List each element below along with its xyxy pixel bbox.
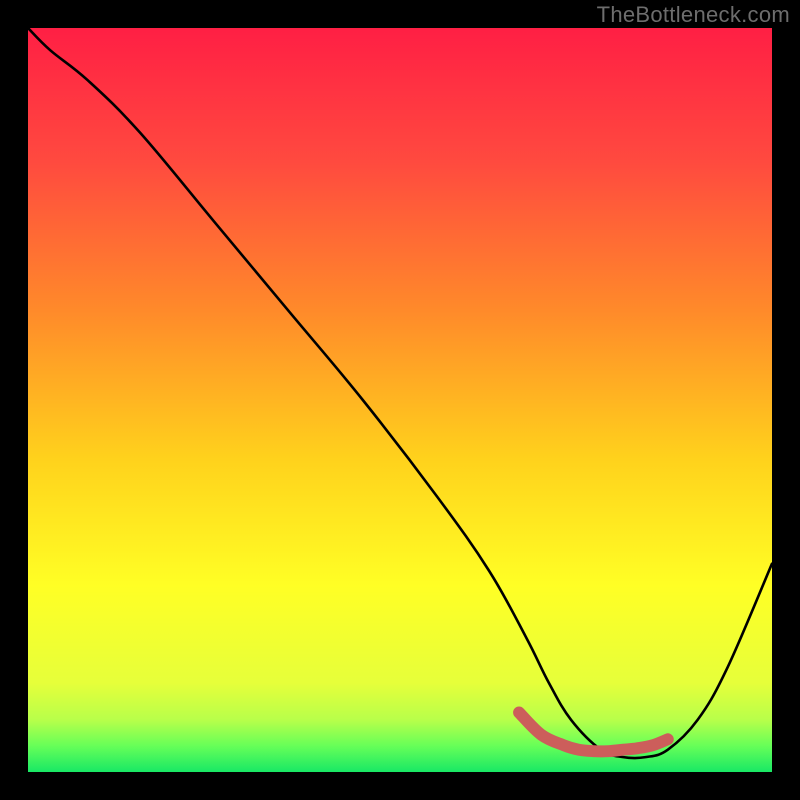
- watermark-text: TheBottleneck.com: [597, 2, 790, 28]
- chart-frame: TheBottleneck.com: [0, 0, 800, 800]
- bottleneck-chart: [28, 28, 772, 772]
- gradient-background: [28, 28, 772, 772]
